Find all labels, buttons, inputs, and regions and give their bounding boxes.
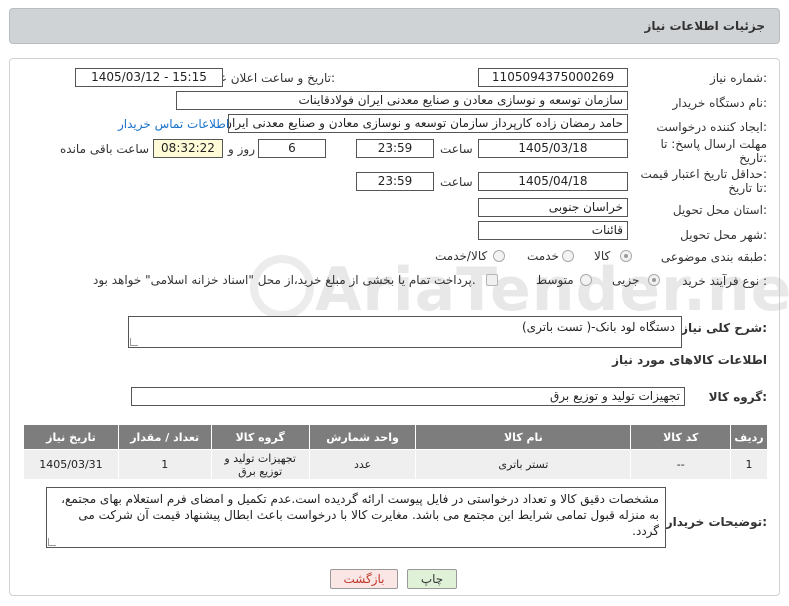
category-option-goods: کالا — [594, 249, 611, 263]
buyer-org-label: نام دستگاه خریدار: — [672, 96, 768, 110]
need-number-label: شماره نیاز: — [709, 71, 767, 85]
cell-group: تجهیزات تولید و توزیع برق — [210, 449, 310, 480]
table-row: 1 -- تستر باتری عدد تجهیزات تولید و توزی… — [23, 449, 769, 480]
col-row: ردیف — [729, 424, 769, 450]
table-header-row: ردیف کد کالا نام کالا واحد شمارش گروه کا… — [23, 424, 769, 450]
reply-deadline-label-1: مهلت ارسال پاسخ: تا — [660, 137, 767, 151]
price-validity-time: 23:59 — [356, 172, 434, 191]
items-table: ردیف کد کالا نام کالا واحد شمارش گروه کا… — [23, 424, 769, 480]
general-desc-label: شرح کلی نیاز: — [681, 321, 767, 335]
treasury-note: پرداخت تمام یا بخشی از مبلغ خرید،از محل … — [93, 273, 476, 287]
reply-deadline-label-2: تاریخ: — [739, 151, 767, 165]
reply-deadline-time: 23:59 — [356, 139, 434, 158]
process-option-minor: جزیی — [612, 273, 640, 287]
price-validity-date: 1405/04/18 — [478, 172, 628, 191]
goods-info-title: اطلاعات کالاهای مورد نیاز — [612, 353, 767, 367]
col-quantity: تعداد / مقدار — [117, 424, 212, 450]
treasury-checkbox[interactable] — [486, 274, 498, 286]
cell-need-date: 1405/03/31 — [23, 449, 119, 480]
goods-group-field: تجهیزات تولید و توزیع برق — [131, 387, 685, 406]
category-option-goods-service: کالا/خدمت — [435, 249, 488, 263]
category-radio-goods-service[interactable] — [493, 250, 505, 262]
reply-deadline-date: 1405/03/18 — [478, 139, 628, 158]
remaining-days-label: روز و — [228, 142, 255, 156]
category-option-service: خدمت — [527, 249, 559, 263]
province-label: استان محل تحویل: — [672, 203, 767, 217]
page-title: جزئیات اطلاعات نیاز — [644, 19, 765, 33]
col-code: کد کالا — [630, 424, 731, 450]
general-desc-textarea: دستگاه لود بانک-( تست باتری) — [128, 316, 682, 348]
buyer-contact-link[interactable]: اطلاعات تماس خریدار — [118, 117, 229, 131]
col-need-date: تاریخ نیاز — [23, 424, 119, 450]
resize-handle-icon[interactable] — [130, 338, 138, 346]
need-number-field: 1105094375000269 — [478, 68, 628, 87]
category-radio-service[interactable] — [562, 250, 574, 262]
process-radio-medium[interactable] — [580, 274, 592, 286]
buyer-notes-text: مشخصات دقیق کالا و تعداد درخواستی در فای… — [61, 492, 659, 538]
price-validity-label-2: تا تاریخ: — [728, 181, 767, 195]
cell-row: 1 — [729, 449, 769, 480]
process-radio-minor[interactable] — [648, 274, 660, 286]
remaining-time: 08:32:22 — [153, 139, 223, 158]
requester-label: ایجاد کننده درخواست: — [656, 120, 767, 134]
process-option-medium: متوسط — [536, 273, 574, 287]
cell-code: -- — [630, 449, 731, 480]
buyer-notes-textarea: مشخصات دقیق کالا و تعداد درخواستی در فای… — [46, 487, 666, 548]
cell-quantity: 1 — [117, 449, 212, 480]
cell-name: تستر باتری — [415, 449, 632, 480]
general-desc-text: دستگاه لود بانک-( تست باتری) — [522, 320, 675, 334]
cell-unit: عدد — [308, 449, 417, 480]
watermark: AriaTender.net — [315, 255, 789, 325]
buyer-notes-label: توضیحات خریدار: — [665, 515, 767, 529]
goods-group-label: گروه کالا: — [708, 390, 767, 404]
requester-field: حامد رمضان زاده کارپرداز سازمان توسعه و … — [228, 114, 628, 133]
watermark-logo-icon — [250, 255, 314, 319]
back-button[interactable]: بازگشت — [330, 569, 398, 589]
page-header: جزئیات اطلاعات نیاز — [9, 8, 780, 44]
remaining-days: 6 — [258, 139, 326, 158]
city-label: شهر محل تحویل: — [680, 228, 767, 242]
announce-datetime-field: 1405/03/12 - 15:15 — [75, 68, 223, 87]
category-radio-goods[interactable] — [620, 250, 632, 262]
resize-handle-icon[interactable] — [48, 538, 56, 546]
col-name: نام کالا — [415, 424, 632, 450]
purchase-process-label: نوع فرآیند خرید : — [682, 274, 767, 288]
province-field: خراسان جنوبی — [478, 198, 628, 217]
reply-deadline-time-label: ساعت — [440, 142, 473, 156]
buyer-org-field: سازمان توسعه و نوسازی معادن و صنایع معدن… — [176, 91, 628, 110]
category-label: طبقه بندی موضوعی: — [660, 250, 767, 264]
price-validity-time-label: ساعت — [440, 175, 473, 189]
price-validity-label-1: حداقل تاریخ اعتبار قیمت: — [640, 167, 767, 181]
print-button[interactable]: چاپ — [407, 569, 457, 589]
col-unit: واحد شمارش — [308, 424, 417, 450]
remaining-time-label: ساعت باقی مانده — [60, 142, 150, 156]
col-group: گروه کالا — [210, 424, 310, 450]
city-field: قائنات — [478, 221, 628, 240]
